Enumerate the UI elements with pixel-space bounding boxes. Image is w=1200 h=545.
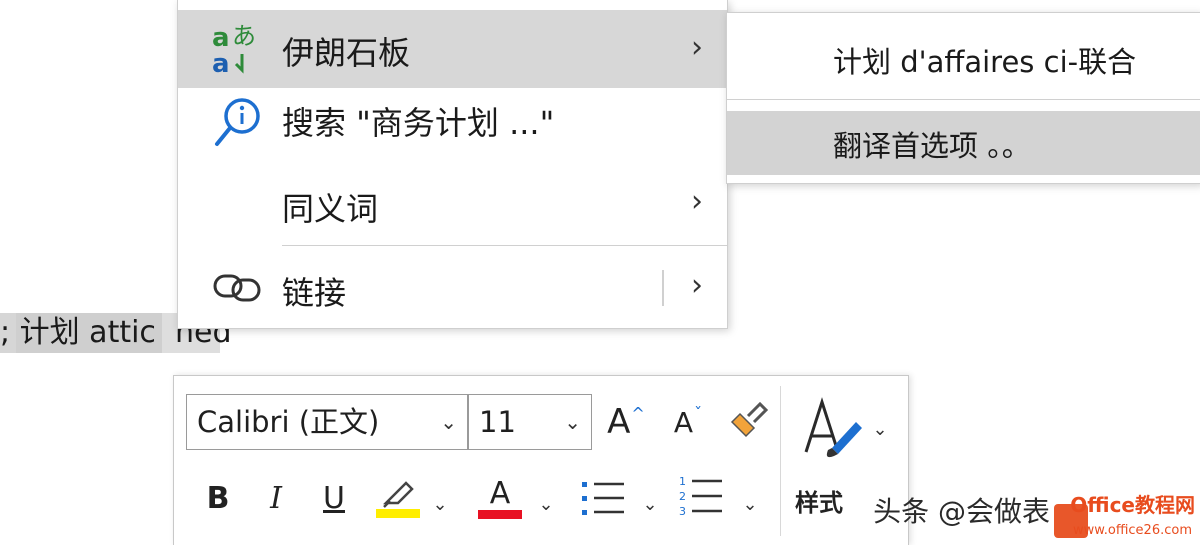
- menu-item-label: 链接: [282, 274, 347, 312]
- font-color-bar: [478, 509, 522, 519]
- mini-toolbar: Calibri (正文) ⌄ 11 ⌄ A ^ A ˇ ⌄ B I U ⌄ A …: [173, 375, 909, 545]
- numbering-button[interactable]: 1 2 3: [674, 470, 730, 526]
- numbered-list-icon: 1 2 3: [679, 475, 722, 518]
- svg-text:3: 3: [679, 505, 686, 518]
- chevron-down-icon[interactable]: ⌄: [872, 419, 887, 440]
- svg-text:2: 2: [679, 490, 686, 503]
- decrease-font-size-button[interactable]: A ˇ: [664, 394, 712, 450]
- chevron-right-icon: ›: [691, 30, 703, 65]
- font-size-value: 11: [479, 405, 516, 439]
- bold-icon: B: [206, 480, 230, 516]
- font-name-value: Calibri (正文): [197, 405, 380, 439]
- caret-down-icon: ˇ: [694, 403, 703, 423]
- decrease-font-icon: A: [673, 405, 694, 439]
- bullets-dropdown[interactable]: ⌄: [640, 476, 660, 532]
- increase-font-size-button[interactable]: A ^: [602, 394, 650, 450]
- increase-font-icon: A: [607, 402, 631, 442]
- submenu-item-translation-preferences[interactable]: 翻译首选项 。。: [727, 111, 1200, 175]
- toolbar-divider: [780, 386, 781, 536]
- bullets-button[interactable]: [576, 470, 632, 526]
- chevron-down-icon[interactable]: ⌄: [440, 395, 457, 449]
- chevron-right-icon: ›: [691, 184, 703, 219]
- submenu-item-label: 计划 d'affaires ci-联合: [833, 45, 1137, 79]
- format-painter-icon: [730, 401, 769, 438]
- menu-item-search[interactable]: 搜索 "商务计划 ...": [178, 88, 727, 158]
- highlighter-icon: [382, 480, 414, 508]
- underline-button[interactable]: U: [314, 470, 354, 526]
- chevron-right-icon[interactable]: ›: [691, 268, 703, 303]
- highlight-button[interactable]: [370, 470, 426, 526]
- submenu-item-label: 翻译首选项 。。: [833, 129, 1031, 163]
- link-icon: [212, 270, 264, 308]
- font-size-combobox[interactable]: 11 ⌄: [468, 394, 592, 450]
- menu-item-link[interactable]: 链接 ›: [178, 250, 727, 324]
- menu-item-translate[interactable]: a あ a 伊朗石板 ›: [178, 10, 727, 88]
- highlight-color-bar: [376, 508, 420, 518]
- font-color-icon: A: [489, 475, 511, 511]
- svg-text:1: 1: [679, 475, 686, 488]
- submenu-item-translation[interactable]: 计划 d'affaires ci-联合: [727, 23, 1200, 93]
- underline-icon: U: [323, 480, 345, 516]
- chevron-down-icon: ⌄: [642, 493, 658, 515]
- bold-button[interactable]: B: [198, 470, 238, 526]
- menu-item-label: 同义词: [282, 190, 379, 228]
- styles-button[interactable]: ⌄: [800, 394, 890, 464]
- caret-up-icon: ^: [631, 403, 645, 423]
- menu-item-label: 搜索 "商务计划 ...": [282, 104, 555, 142]
- italic-icon: I: [270, 480, 282, 516]
- context-menu: a あ a 伊朗石板 › 搜索 "商务计划 ..." 同义词 › 链接 ›: [177, 0, 728, 329]
- menu-separator: [282, 245, 727, 246]
- styles-label: 样式: [795, 489, 843, 517]
- submenu-separator: [727, 99, 1200, 100]
- chevron-down-icon: ⌄: [432, 493, 448, 515]
- bullet-list-icon: [582, 482, 624, 515]
- svg-text:a: a: [212, 49, 230, 76]
- format-painter-button[interactable]: [722, 394, 774, 450]
- italic-button[interactable]: I: [256, 470, 296, 526]
- numbering-dropdown[interactable]: ⌄: [740, 476, 760, 532]
- search-info-icon: [212, 96, 262, 154]
- chevron-down-icon: ⌄: [538, 493, 554, 515]
- split-divider: [662, 270, 664, 306]
- logo-text: Office教程网: [1070, 493, 1195, 517]
- svg-text:あ: あ: [232, 22, 256, 50]
- styles-icon: [805, 397, 863, 458]
- office-logo-icon: [1054, 504, 1088, 538]
- chevron-down-icon[interactable]: ⌄: [564, 395, 581, 449]
- highlight-dropdown[interactable]: ⌄: [430, 476, 450, 532]
- font-color-button[interactable]: A: [476, 470, 524, 526]
- font-name-combobox[interactable]: Calibri (正文) ⌄: [186, 394, 468, 450]
- logo-url-text: www.office26.com: [1073, 523, 1192, 538]
- translate-submenu: 计划 d'affaires ci-联合 翻译首选项 。。: [726, 12, 1200, 184]
- font-color-dropdown[interactable]: ⌄: [536, 476, 556, 532]
- menu-item-label: 伊朗石板: [282, 34, 411, 72]
- translate-icon: a あ a: [212, 22, 258, 80]
- chevron-down-icon: ⌄: [742, 493, 758, 515]
- menu-item-synonyms[interactable]: 同义词 ›: [178, 166, 727, 240]
